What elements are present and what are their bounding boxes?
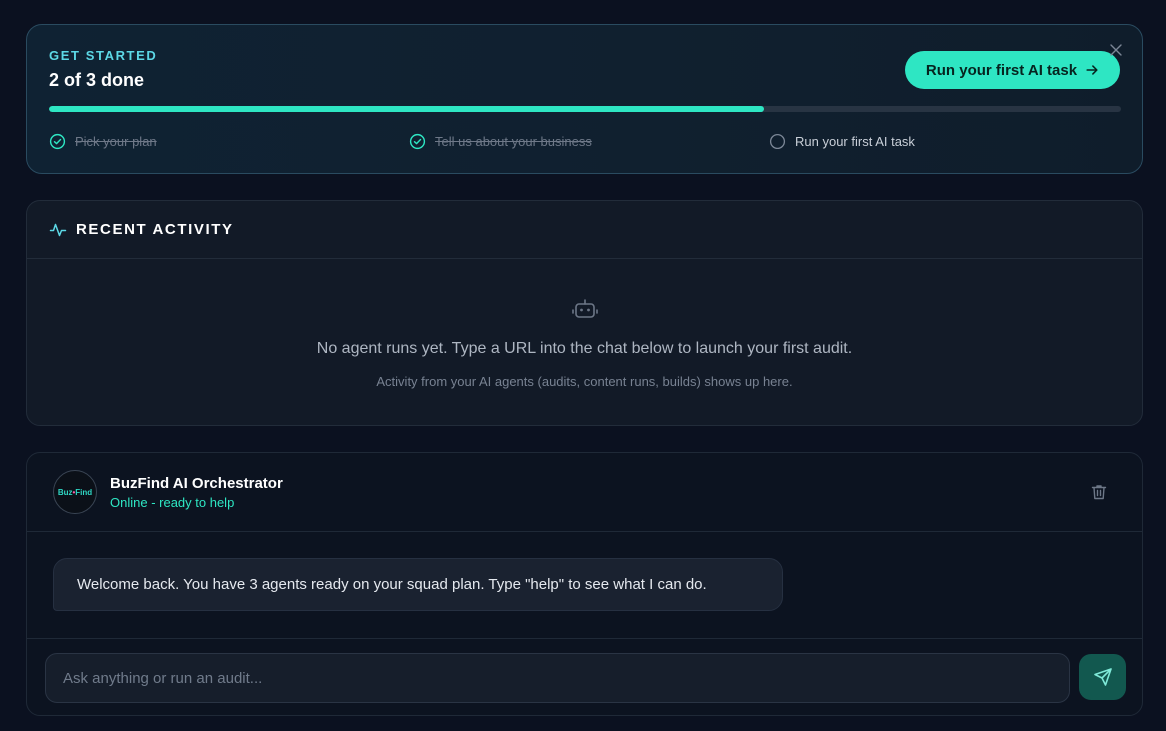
recent-activity-card: RECENT ACTIVITY No agent runs yet. Type … — [26, 200, 1143, 426]
onboarding-progress-fill — [49, 106, 764, 112]
step-label: Run your first AI task — [795, 133, 915, 149]
send-button[interactable] — [1079, 654, 1126, 700]
chat-header: Buz • Find BuzFind AI Orchestrator Online … — [27, 453, 1142, 532]
step-run-first-task[interactable]: Run your first AI task — [769, 132, 915, 150]
chat-panel: Buz • Find BuzFind AI Orchestrator Online … — [26, 452, 1143, 716]
onboarding-eyebrow: GET STARTED — [49, 48, 158, 63]
check-circle-icon — [409, 133, 426, 149]
message-list: Welcome back. You have 3 agents ready on… — [27, 533, 1142, 639]
step-business-info[interactable]: Tell us about your business — [409, 132, 592, 150]
trash-icon[interactable] — [1090, 483, 1108, 501]
step-label: Pick your plan — [75, 133, 157, 149]
agent-avatar: Buz • Find — [53, 470, 97, 514]
empty-state-subtext: Activity from your AI agents (audits, co… — [376, 374, 793, 389]
agent-name: BuzFind AI Orchestrator — [110, 475, 283, 492]
onboarding-progress-bar — [49, 106, 1121, 112]
recent-activity-title: RECENT ACTIVITY — [76, 221, 234, 238]
run-first-task-button[interactable]: Run your first AI task — [905, 51, 1120, 89]
run-first-task-label: Run your first AI task — [925, 61, 1078, 79]
empty-state-message: No agent runs yet. Type a URL into the c… — [316, 340, 853, 357]
assistant-message: Welcome back. You have 3 agents ready on… — [53, 558, 783, 611]
dashboard-page: GET STARTED 2 of 3 done Run your first A… — [0, 0, 1166, 731]
close-icon[interactable] — [1109, 43, 1123, 57]
empty-circle-icon — [769, 133, 786, 149]
recent-activity-header: RECENT ACTIVITY — [27, 201, 1142, 259]
onboarding-steps: Pick your plan Tell us about your busine… — [49, 132, 1121, 152]
avatar-logo-right: Find — [75, 487, 93, 497]
empty-state: No agent runs yet. Type a URL into the c… — [27, 260, 1142, 426]
chat-composer — [27, 638, 1142, 715]
send-icon — [1093, 668, 1112, 686]
onboarding-progress-text: 2 of 3 done — [49, 70, 145, 90]
step-pick-plan[interactable]: Pick your plan — [49, 132, 157, 150]
step-label: Tell us about your business — [435, 133, 592, 149]
chat-input[interactable] — [45, 653, 1070, 703]
robot-icon — [572, 299, 598, 318]
arrow-right-icon — [1086, 65, 1098, 75]
agent-status: Online - ready to help — [110, 495, 235, 510]
onboarding-card: GET STARTED 2 of 3 done Run your first A… — [26, 24, 1143, 174]
avatar-logo-left: Buz — [57, 487, 73, 497]
check-circle-icon — [49, 133, 66, 149]
activity-pulse-icon — [49, 223, 67, 236]
